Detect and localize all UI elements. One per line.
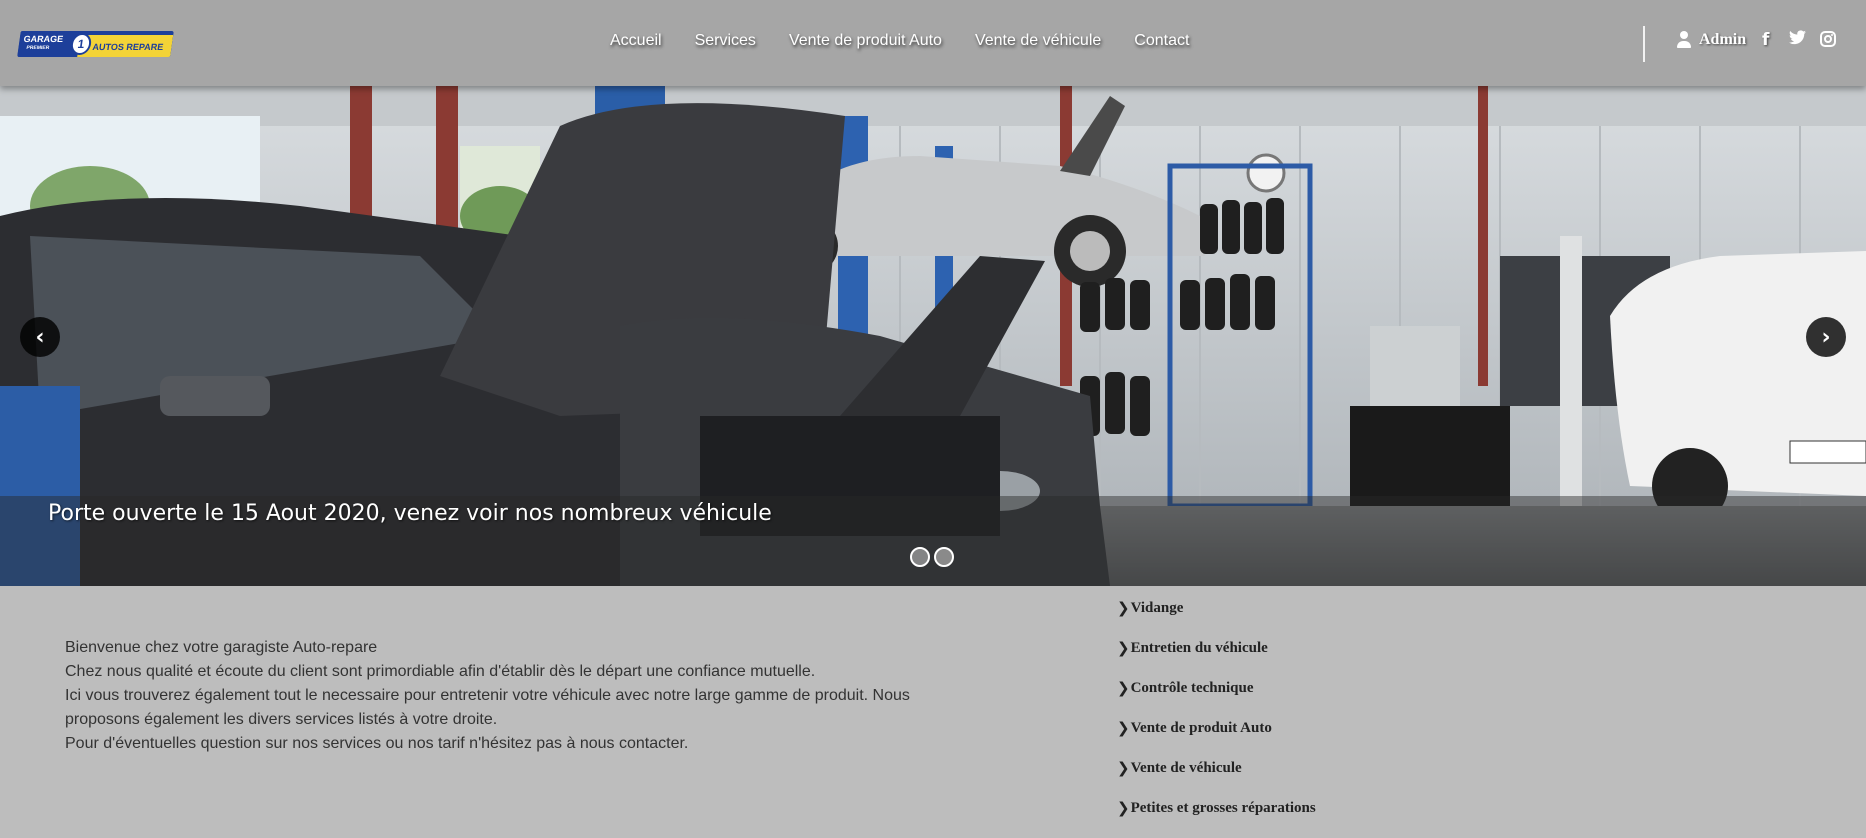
service-item-vente-vehicule[interactable]: ❯ Vente de véhicule bbox=[1117, 748, 1316, 788]
logo-text-autos-repare: AUTOS REPARE bbox=[91, 42, 164, 52]
chevron-right-icon: ❯ bbox=[1117, 639, 1130, 657]
service-label: Contrôle technique bbox=[1130, 679, 1254, 696]
welcome-text: Bienvenue chez votre garagiste Auto-repa… bbox=[65, 636, 945, 756]
service-item-vidange[interactable]: ❯ Vidange bbox=[1117, 588, 1316, 628]
navbar: GARAGE PREMIER 1 AUTOS REPARE Accueil Se… bbox=[0, 0, 1866, 86]
logo-text-premier: PREMIER bbox=[26, 45, 50, 51]
carousel-caption: Porte ouverte le 15 Aout 2020, venez voi… bbox=[48, 501, 772, 526]
garage-logo[interactable]: GARAGE PREMIER 1 AUTOS REPARE bbox=[17, 31, 174, 57]
carousel-indicator-2[interactable] bbox=[934, 547, 954, 567]
carousel-next-button[interactable]: › bbox=[1806, 317, 1846, 357]
chevron-right-icon: ❯ bbox=[1117, 719, 1130, 737]
welcome-line-1: Bienvenue chez votre garagiste Auto-repa… bbox=[65, 639, 378, 656]
service-label: Vidange bbox=[1130, 599, 1184, 616]
admin-link[interactable]: Admin bbox=[1677, 31, 1746, 49]
nav-services[interactable]: Services bbox=[695, 32, 756, 50]
header-divider bbox=[1643, 26, 1645, 62]
main-nav: Accueil Services Vente de produit Auto V… bbox=[610, 32, 1222, 50]
service-label: Petites et grosses réparations bbox=[1130, 799, 1316, 816]
admin-label: Admin bbox=[1699, 31, 1747, 48]
welcome-line-2: Chez nous qualité et écoute du client so… bbox=[65, 663, 816, 680]
service-item-entretien[interactable]: ❯ Entretien du véhicule bbox=[1117, 628, 1316, 668]
nav-accueil[interactable]: Accueil bbox=[610, 32, 662, 50]
nav-contact[interactable]: Contact bbox=[1134, 32, 1189, 50]
carousel-prev-button[interactable]: ‹ bbox=[20, 317, 60, 357]
user-icon bbox=[1677, 31, 1691, 49]
chevron-right-icon: › bbox=[1821, 324, 1831, 350]
twitter-icon[interactable] bbox=[1789, 30, 1806, 50]
chevron-right-icon: ❯ bbox=[1117, 759, 1130, 777]
nav-vente-vehicule[interactable]: Vente de véhicule bbox=[975, 32, 1101, 50]
carousel-indicator-1[interactable] bbox=[910, 547, 930, 567]
service-item-vente-produit[interactable]: ❯ Vente de produit Auto bbox=[1117, 708, 1316, 748]
service-item-controle-technique[interactable]: ❯ Contrôle technique bbox=[1117, 668, 1316, 708]
welcome-line-3: Ici vous trouverez également tout le nec… bbox=[65, 687, 910, 728]
chevron-left-icon: ‹ bbox=[35, 324, 45, 350]
chevron-right-icon: ❯ bbox=[1117, 599, 1130, 617]
service-label: Vente de produit Auto bbox=[1130, 719, 1272, 736]
nav-vente-produit-auto[interactable]: Vente de produit Auto bbox=[789, 32, 942, 50]
service-label: Vente de véhicule bbox=[1130, 759, 1242, 776]
welcome-line-4: Pour d'éventuelles question sur nos serv… bbox=[65, 735, 689, 752]
hero-carousel: Porte ouverte le 15 Aout 2020, venez voi… bbox=[0, 86, 1866, 586]
logo-text-garage: GARAGE bbox=[23, 34, 64, 44]
service-label: Entretien du véhicule bbox=[1130, 639, 1268, 656]
facebook-icon[interactable]: f bbox=[1762, 30, 1769, 50]
service-item-reparations[interactable]: ❯ Petites et grosses réparations bbox=[1117, 788, 1316, 828]
services-list: ❯ Vidange ❯ Entretien du véhicule ❯ Cont… bbox=[1117, 588, 1316, 828]
chevron-right-icon: ❯ bbox=[1117, 679, 1130, 697]
chevron-right-icon: ❯ bbox=[1117, 799, 1130, 817]
instagram-icon[interactable] bbox=[1820, 31, 1836, 52]
carousel-indicators bbox=[910, 547, 954, 567]
